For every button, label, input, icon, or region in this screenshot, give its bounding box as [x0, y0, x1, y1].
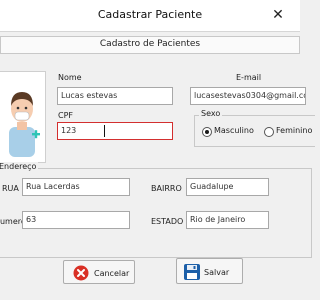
patient-avatar-icon	[9, 92, 40, 157]
sexo-label: Sexo	[199, 109, 223, 118]
rua-label: RUA	[2, 184, 19, 193]
bairro-label: BAIRRO	[151, 184, 182, 193]
save-button[interactable]: Salvar	[176, 258, 243, 284]
header-panel: Cadastro de Pacientes	[0, 36, 300, 54]
cancel-button-label: Cancelar	[94, 269, 130, 278]
cpf-field[interactable]: 123	[57, 122, 173, 140]
cpf-label: CPF	[58, 111, 74, 120]
save-button-label: Salvar	[204, 268, 230, 277]
cpf-value: 123	[61, 126, 77, 135]
page-title: Cadastro de Pacientes	[99, 39, 201, 49]
bairro-field[interactable]: Guadalupe	[186, 178, 269, 196]
window-title: Cadastrar Paciente	[97, 8, 203, 21]
estado-field[interactable]: Rio de Janeiro	[186, 211, 269, 229]
email-field[interactable]: lucasestevas0304@gmail.co	[190, 87, 306, 105]
estado-label: ESTADO	[151, 217, 184, 226]
text-cursor-icon	[104, 125, 105, 137]
sexo-group: Sexo Masculino Feminino	[194, 109, 315, 147]
cancel-icon	[73, 265, 89, 281]
close-icon[interactable]: ✕	[256, 0, 300, 31]
patient-photo	[0, 71, 46, 163]
nome-label: Nome	[58, 73, 82, 82]
radio-feminino-label: Feminino	[276, 126, 313, 135]
radio-feminino[interactable]	[264, 127, 274, 137]
radio-masculino-label: Masculino	[214, 126, 254, 135]
numero-field[interactable]: 63	[22, 211, 130, 229]
endereco-label: Endereço	[0, 162, 39, 171]
window-titlebar: Cadastrar Paciente ✕	[0, 0, 300, 32]
radio-masculino[interactable]	[202, 127, 212, 137]
rua-field[interactable]: Rua Lacerdas	[22, 178, 130, 196]
cancel-button[interactable]: Cancelar	[63, 260, 135, 284]
save-icon	[184, 264, 200, 280]
nome-field[interactable]: Lucas estevas	[57, 87, 173, 105]
email-label: E-mail	[236, 73, 262, 82]
